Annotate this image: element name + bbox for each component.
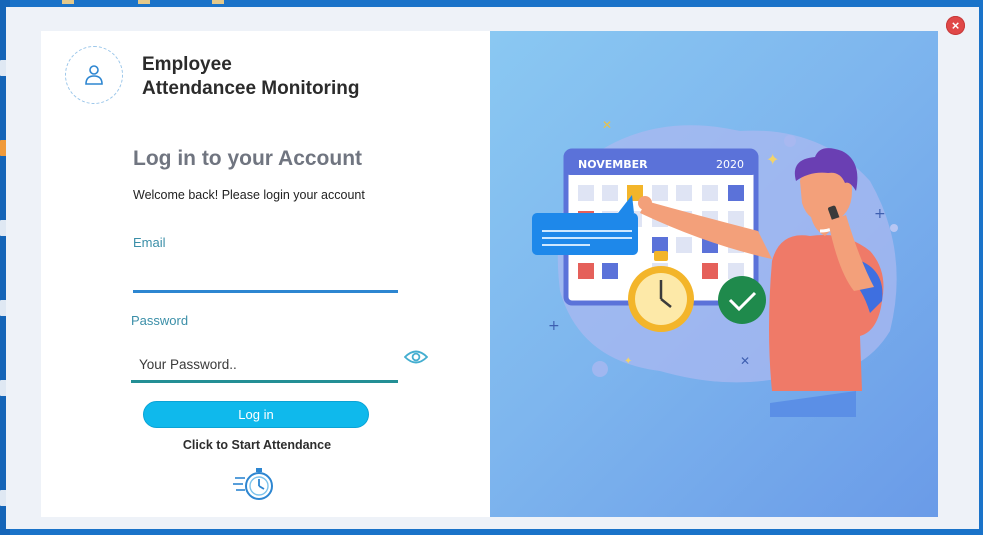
app-logo <box>65 46 123 104</box>
checkmark-icon <box>718 276 766 324</box>
cross-icon: ✕ <box>740 354 750 368</box>
password-label: Password <box>131 313 189 328</box>
login-button[interactable]: Log in <box>143 401 369 428</box>
decor-dot <box>784 135 796 147</box>
desktop-icon[interactable] <box>212 0 224 4</box>
app-title-line1: Employee <box>142 54 232 75</box>
desktop-icon[interactable] <box>138 0 150 4</box>
calendar-year: 2020 <box>716 158 744 171</box>
decor-dot <box>890 224 898 232</box>
login-panel: Employee Attendancee Monitoring Log in t… <box>41 31 490 517</box>
user-icon <box>85 65 103 85</box>
eye-icon[interactable] <box>404 349 428 365</box>
app-title: Employee Attendancee Monitoring <box>142 53 359 101</box>
close-icon: × <box>951 18 960 33</box>
desktop-icon[interactable] <box>62 0 74 4</box>
stopwatch-icon[interactable] <box>233 464 277 504</box>
sparkle-icon: ✦ <box>624 356 632 367</box>
plus-icon: + <box>874 206 886 222</box>
attendance-illustration: ✕ ✦ ✦ + + ✕ NOVEMBER 2020 <box>532 118 898 417</box>
close-button[interactable]: × <box>946 16 965 35</box>
login-window: × Employee Attendancee Monitoring Log in… <box>6 7 979 529</box>
email-field[interactable] <box>133 259 398 293</box>
page-title: Log in to your Account <box>133 147 363 170</box>
start-attendance-link[interactable]: Click to Start Attendance <box>132 438 382 452</box>
app-title-line2: Attendancee Monitoring <box>142 78 360 99</box>
email-label: Email <box>133 235 166 250</box>
sparkle-icon: ✕ <box>602 118 612 132</box>
illustration-panel: ✕ ✦ ✦ + + ✕ NOVEMBER 2020 <box>490 31 938 517</box>
decor-dot <box>592 361 608 377</box>
calendar-month: NOVEMBER <box>578 158 648 171</box>
sparkle-icon: ✦ <box>766 150 779 169</box>
plus-icon: + <box>548 318 560 334</box>
password-field[interactable] <box>131 349 398 383</box>
welcome-text: Welcome back! Please login your account <box>133 188 365 202</box>
